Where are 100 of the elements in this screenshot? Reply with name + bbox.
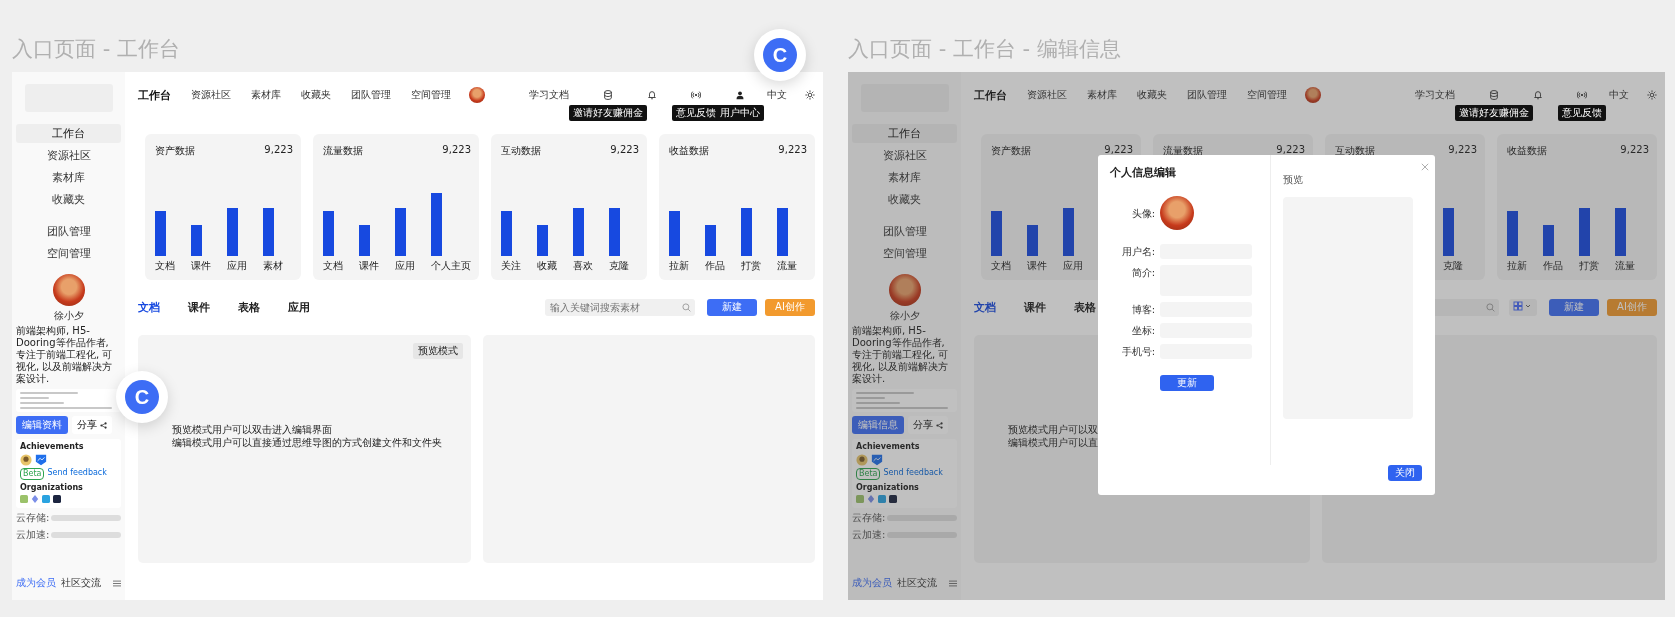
broadcast-icon[interactable] bbox=[691, 90, 701, 100]
avatar-circle bbox=[52, 274, 85, 306]
card-heading: Organizations bbox=[20, 483, 84, 493]
avatar-circle[interactable] bbox=[1305, 87, 1321, 103]
page-title: 工作台 bbox=[974, 87, 1007, 103]
feedback-link[interactable]: Send feedback bbox=[883, 468, 943, 480]
share-icon bbox=[936, 421, 943, 429]
feedback-link[interactable]: Send feedback bbox=[47, 468, 107, 480]
chart-bar bbox=[1543, 225, 1554, 256]
search-field[interactable]: 输入关键词搜索素材 bbox=[545, 298, 695, 316]
sun-icon[interactable] bbox=[805, 90, 815, 100]
sidebar-item[interactable]: 团队管理 bbox=[852, 222, 957, 241]
badge-icon bbox=[35, 454, 47, 466]
top-nav-item[interactable]: 空间管理 bbox=[1247, 88, 1287, 102]
frame-title: 入口页面 - 工作台 bbox=[12, 36, 180, 63]
card-value: 9,223 bbox=[1448, 144, 1477, 157]
chart-bar bbox=[1507, 211, 1518, 256]
bell-icon[interactable] bbox=[1533, 90, 1543, 100]
chart-bar bbox=[323, 211, 334, 256]
tab[interactable]: 表格 bbox=[1074, 299, 1096, 315]
share-button[interactable]: 分享 bbox=[908, 416, 948, 434]
dialog-title: 个人信息编辑 bbox=[1110, 165, 1177, 180]
bell-icon[interactable] bbox=[647, 90, 657, 100]
chart-bar bbox=[227, 208, 238, 256]
user-icon[interactable] bbox=[735, 90, 745, 100]
badge-icon bbox=[871, 454, 883, 466]
top-nav-item[interactable]: 素材库 bbox=[1087, 88, 1117, 102]
sun-icon[interactable] bbox=[1647, 90, 1657, 100]
top-nav-item[interactable]: 空间管理 bbox=[411, 88, 451, 102]
membership-link[interactable]: 成为会员 bbox=[16, 576, 56, 590]
chart-label: 拉新 bbox=[1507, 260, 1527, 272]
database-icon[interactable] bbox=[603, 90, 613, 100]
user-bio: 前端架构师, H5-Dooring等作品作者, 专注于前端工程化, 可视化, 以及前端解决方案设计. bbox=[852, 325, 950, 385]
chart-label: 课件 bbox=[359, 260, 379, 272]
field-label: 博客: bbox=[1130, 303, 1156, 317]
top-nav-item[interactable]: 团队管理 bbox=[351, 88, 391, 102]
storage-label: 云存储: bbox=[16, 511, 50, 525]
tab[interactable]: 应用 bbox=[288, 299, 310, 315]
field-label: 用户名: bbox=[1120, 245, 1156, 259]
sidebar-item[interactable]: 工作台 bbox=[852, 124, 957, 143]
close-button[interactable]: 关闭 bbox=[1388, 465, 1422, 481]
chart-bar bbox=[741, 208, 752, 256]
sidebar-item[interactable]: 资源社区 bbox=[852, 146, 957, 165]
badge-icon bbox=[856, 454, 868, 466]
new-button[interactable]: 新建 bbox=[707, 298, 757, 316]
new-button[interactable]: 新建 bbox=[1549, 298, 1599, 316]
card-title: 互动数据 bbox=[1335, 144, 1375, 158]
card-value: 9,223 bbox=[1620, 144, 1649, 157]
tab[interactable]: 文档 bbox=[138, 299, 160, 315]
share-button[interactable]: 分享 bbox=[72, 416, 112, 434]
sidebar-item[interactable]: 空间管理 bbox=[16, 244, 121, 263]
user-bio: 前端架构师, H5-Dooring等作品作者, 专注于前端工程化, 可视化, 以及前端解决方案设计. bbox=[16, 325, 114, 385]
top-nav-item[interactable]: 团队管理 bbox=[1187, 88, 1227, 102]
community-link[interactable]: 社区交流 bbox=[61, 576, 101, 590]
sidebar-item[interactable]: 素材库 bbox=[852, 168, 957, 187]
sidebar-item[interactable]: 收藏夹 bbox=[16, 190, 121, 209]
chart-label: 素材 bbox=[263, 260, 283, 272]
card-heading: Achievements bbox=[20, 442, 85, 452]
card-value: 9,223 bbox=[778, 144, 807, 157]
view-toggle-button[interactable] bbox=[1509, 298, 1537, 316]
tab[interactable]: 课件 bbox=[1024, 299, 1046, 315]
sidebar-item[interactable]: 工作台 bbox=[16, 124, 121, 143]
tab[interactable]: 课件 bbox=[188, 299, 210, 315]
menu-icon[interactable] bbox=[949, 579, 957, 587]
menu-icon[interactable] bbox=[113, 579, 121, 587]
chart-bar bbox=[1063, 208, 1074, 256]
sidebar-item[interactable]: 团队管理 bbox=[16, 222, 121, 241]
grid-icon bbox=[1513, 300, 1533, 311]
chart-label: 文档 bbox=[323, 260, 343, 272]
tab[interactable]: 表格 bbox=[238, 299, 260, 315]
sidebar-item[interactable]: 空间管理 bbox=[852, 244, 957, 263]
tab[interactable]: 文档 bbox=[974, 299, 996, 315]
update-button[interactable]: 更新 bbox=[1160, 375, 1214, 391]
community-link[interactable]: 社区交流 bbox=[897, 576, 937, 590]
card-title: 资产数据 bbox=[155, 144, 195, 158]
database-icon[interactable] bbox=[1489, 90, 1499, 100]
edit-profile-button[interactable]: 编辑资料 bbox=[16, 416, 68, 434]
chart-bar bbox=[537, 225, 548, 256]
field-label: 手机号: bbox=[1120, 345, 1156, 359]
close-icon[interactable] bbox=[1421, 163, 1429, 171]
sidebar-item[interactable]: 素材库 bbox=[16, 168, 121, 187]
top-nav-item[interactable]: 素材库 bbox=[251, 88, 281, 102]
avatar-circle[interactable] bbox=[469, 87, 485, 103]
chart-label: 打赏 bbox=[741, 260, 761, 272]
chart-label: 作品 bbox=[705, 260, 725, 272]
top-nav-item[interactable]: 资源社区 bbox=[191, 88, 231, 102]
top-nav-item[interactable]: 收藏夹 bbox=[301, 88, 331, 102]
docs-link[interactable]: 学习文档 bbox=[529, 88, 569, 102]
language-menu[interactable]: 中文 bbox=[767, 88, 787, 102]
card-title: 收益数据 bbox=[669, 144, 709, 158]
language-menu[interactable]: 中文 bbox=[1609, 88, 1629, 102]
avatar-circle[interactable] bbox=[1160, 196, 1194, 230]
top-nav-item[interactable]: 收藏夹 bbox=[1137, 88, 1167, 102]
sidebar-item[interactable]: 资源社区 bbox=[16, 146, 121, 165]
edit-profile-button[interactable]: 编辑信息 bbox=[852, 416, 904, 434]
chart-label: 克隆 bbox=[1443, 260, 1463, 272]
sidebar-item[interactable]: 收藏夹 bbox=[852, 190, 957, 209]
docs-link[interactable]: 学习文档 bbox=[1415, 88, 1455, 102]
broadcast-icon[interactable] bbox=[1577, 90, 1587, 100]
top-nav-item[interactable]: 资源社区 bbox=[1027, 88, 1067, 102]
